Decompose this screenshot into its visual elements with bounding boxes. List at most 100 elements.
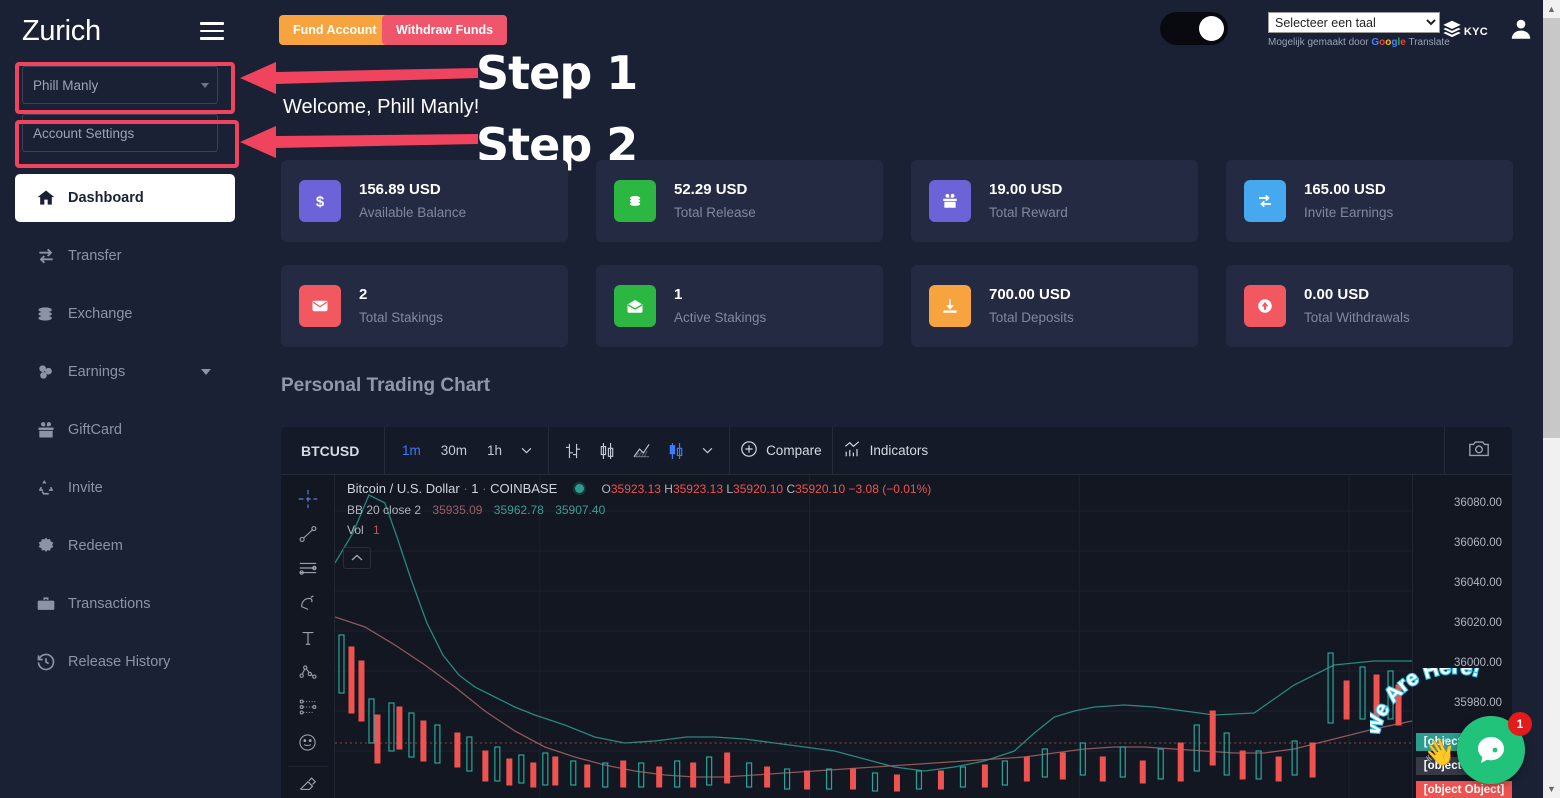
- scroll-down-icon[interactable]: ▼: [1543, 780, 1560, 798]
- account-name-select[interactable]: Phill Manly: [22, 66, 218, 104]
- chart-pane[interactable]: Bitcoin / U.S. Dollar · 1 · COINBASE O35…: [335, 475, 1412, 798]
- sidebar-item-release-history[interactable]: Release History: [15, 638, 235, 686]
- toggle-knob: [1199, 16, 1224, 41]
- stat-card-total-release: 52.29 USD Total Release: [596, 160, 883, 242]
- chevron-up-icon: [351, 554, 363, 561]
- brand-logo: Zurich: [22, 14, 101, 47]
- bb-basis-line: [335, 616, 1412, 778]
- emoji-tool-icon[interactable]: [289, 726, 327, 758]
- interval-1m[interactable]: 1m: [395, 439, 428, 462]
- badge-icon: [36, 536, 66, 556]
- account-settings-select[interactable]: Account Settings: [22, 114, 218, 152]
- top-bar: Fund Account Withdraw Funds Selecteer ee…: [250, 0, 1560, 56]
- axis-tick: 36020.00: [1454, 617, 1502, 629]
- stat-label: Total Deposits: [989, 310, 1074, 326]
- scrollbar-thumb[interactable]: [1543, 18, 1560, 438]
- transfer-icon: [36, 246, 66, 266]
- ohlc-row: O35923.13 H35923.13 L35920.10 C35920.10 …: [601, 482, 932, 496]
- compare-label: Compare: [766, 443, 822, 458]
- stat-card-total-reward: 19.00 USD Total Reward: [911, 160, 1198, 242]
- chevron-down-icon[interactable]: [696, 444, 719, 457]
- bb-value-upper: 35962.78: [493, 503, 544, 517]
- horizontal-lines-tool-icon[interactable]: [289, 553, 327, 585]
- screenshot-button[interactable]: [1444, 427, 1512, 474]
- kyc-button[interactable]: KYC: [1441, 18, 1488, 45]
- indicators-icon: [843, 440, 862, 461]
- fund-account-button[interactable]: Fund Account: [279, 15, 391, 45]
- axis-tick: 35980.00: [1454, 697, 1502, 709]
- axis-tick: 36040.00: [1454, 577, 1502, 589]
- trend-line-tool-icon[interactable]: [289, 518, 327, 550]
- ohlc-change: −3.08 (−0.01%): [848, 482, 932, 496]
- bar-chart-icon[interactable]: [559, 439, 587, 463]
- measure-tool-icon[interactable]: [289, 692, 327, 724]
- interval-group: 1m 30m 1h: [385, 427, 550, 474]
- price-badge-last: [object Object]: [1416, 781, 1512, 798]
- chat-unread-badge: 1: [1508, 712, 1532, 736]
- pattern-tool-icon[interactable]: [289, 657, 327, 689]
- text-tool-icon[interactable]: [289, 622, 327, 654]
- stat-value: 700.00 USD: [989, 285, 1071, 303]
- coins-icon: [614, 180, 656, 222]
- scroll-up-icon[interactable]: ▲: [1543, 0, 1560, 18]
- eraser-tool-icon[interactable]: [287, 766, 328, 798]
- indicators-button[interactable]: Indicators: [843, 440, 928, 461]
- account-name-select-wrap: Phill Manly: [22, 66, 228, 104]
- stat-card-total-withdrawals: 0.00 USD Total Withdrawals: [1226, 265, 1513, 347]
- ohlc-close: 35920.10: [795, 482, 846, 496]
- plus-circle-icon: [740, 440, 758, 461]
- welcome-message: Welcome, Phill Manly!: [283, 96, 480, 118]
- sidebar-item-invite[interactable]: Invite: [15, 464, 235, 512]
- axis-tick: 36080.00: [1454, 497, 1502, 509]
- theme-toggle[interactable]: [1160, 12, 1228, 45]
- hollow-candles-icon[interactable]: [662, 439, 690, 463]
- withdraw-funds-button[interactable]: Withdraw Funds: [382, 15, 508, 45]
- vol-label: Vol: [347, 523, 364, 537]
- area-chart-icon[interactable]: [627, 440, 656, 462]
- sidebar-item-redeem[interactable]: Redeem: [15, 522, 235, 570]
- vol-value: 1: [373, 523, 380, 537]
- status-dot-icon: [574, 484, 584, 493]
- interval-30m[interactable]: 30m: [434, 439, 474, 462]
- download-icon: [929, 285, 971, 327]
- stat-card-invite-earnings: 165.00 USD Invite Earnings: [1226, 160, 1513, 242]
- stat-value: 1: [674, 285, 683, 303]
- sidebar-item-transfer[interactable]: Transfer: [15, 232, 235, 280]
- stat-value: 2: [359, 285, 368, 303]
- coins-icon: [36, 304, 66, 324]
- user-profile-button[interactable]: [1508, 16, 1534, 47]
- compare-button[interactable]: Compare: [740, 440, 822, 461]
- chart-symbol[interactable]: BTCUSD: [281, 427, 385, 474]
- sidebar-item-giftcard[interactable]: GiftCard: [15, 406, 235, 454]
- chart-legend: Bitcoin / U.S. Dollar · 1 · COINBASE O35…: [347, 481, 931, 537]
- sidebar-item-transactions[interactable]: Transactions: [15, 580, 235, 628]
- stat-value: 0.00 USD: [1304, 285, 1370, 303]
- browser-scrollbar[interactable]: ▲ ▼: [1543, 0, 1560, 798]
- crosshair-tool-icon[interactable]: [289, 483, 327, 515]
- chart-toolbar: BTCUSD 1m 30m 1h Compare Indicators: [281, 427, 1512, 475]
- chevron-down-icon[interactable]: [515, 444, 538, 457]
- interval-1h[interactable]: 1h: [480, 439, 509, 462]
- sidebar-item-dashboard[interactable]: Dashboard: [15, 174, 235, 222]
- drawing-toolbar: [281, 475, 335, 798]
- sidebar-item-label: Transfer: [68, 248, 122, 264]
- stat-value: 165.00 USD: [1304, 180, 1386, 198]
- camera-icon: [1468, 439, 1490, 463]
- collapse-pane-button[interactable]: [343, 547, 371, 569]
- bb-label: BB 20 close 2: [347, 503, 422, 517]
- language-select[interactable]: Selecteer een taal: [1268, 12, 1440, 33]
- chart-title-interval: 1: [471, 481, 479, 496]
- stat-card-available-balance: $ 156.89 USD Available Balance: [281, 160, 568, 242]
- chart-body: Bitcoin / U.S. Dollar · 1 · COINBASE O35…: [281, 475, 1512, 798]
- hamburger-menu-icon[interactable]: [196, 18, 228, 44]
- sidebar-item-exchange[interactable]: Exchange: [15, 290, 235, 338]
- stat-label: Total Stakings: [359, 310, 444, 326]
- candlestick-icon[interactable]: [593, 439, 621, 463]
- gift-icon: [929, 180, 971, 222]
- sidebar-item-label: Release History: [68, 654, 171, 670]
- dashboard-page: Zurich Phill Manly Account Settings Dash…: [0, 0, 1560, 798]
- pitchfork-tool-icon[interactable]: [289, 587, 327, 619]
- sidebar-item-earnings[interactable]: Earnings: [15, 348, 235, 396]
- page-section-title: Personal Trading Chart: [281, 375, 491, 396]
- user-icon: [1508, 19, 1534, 46]
